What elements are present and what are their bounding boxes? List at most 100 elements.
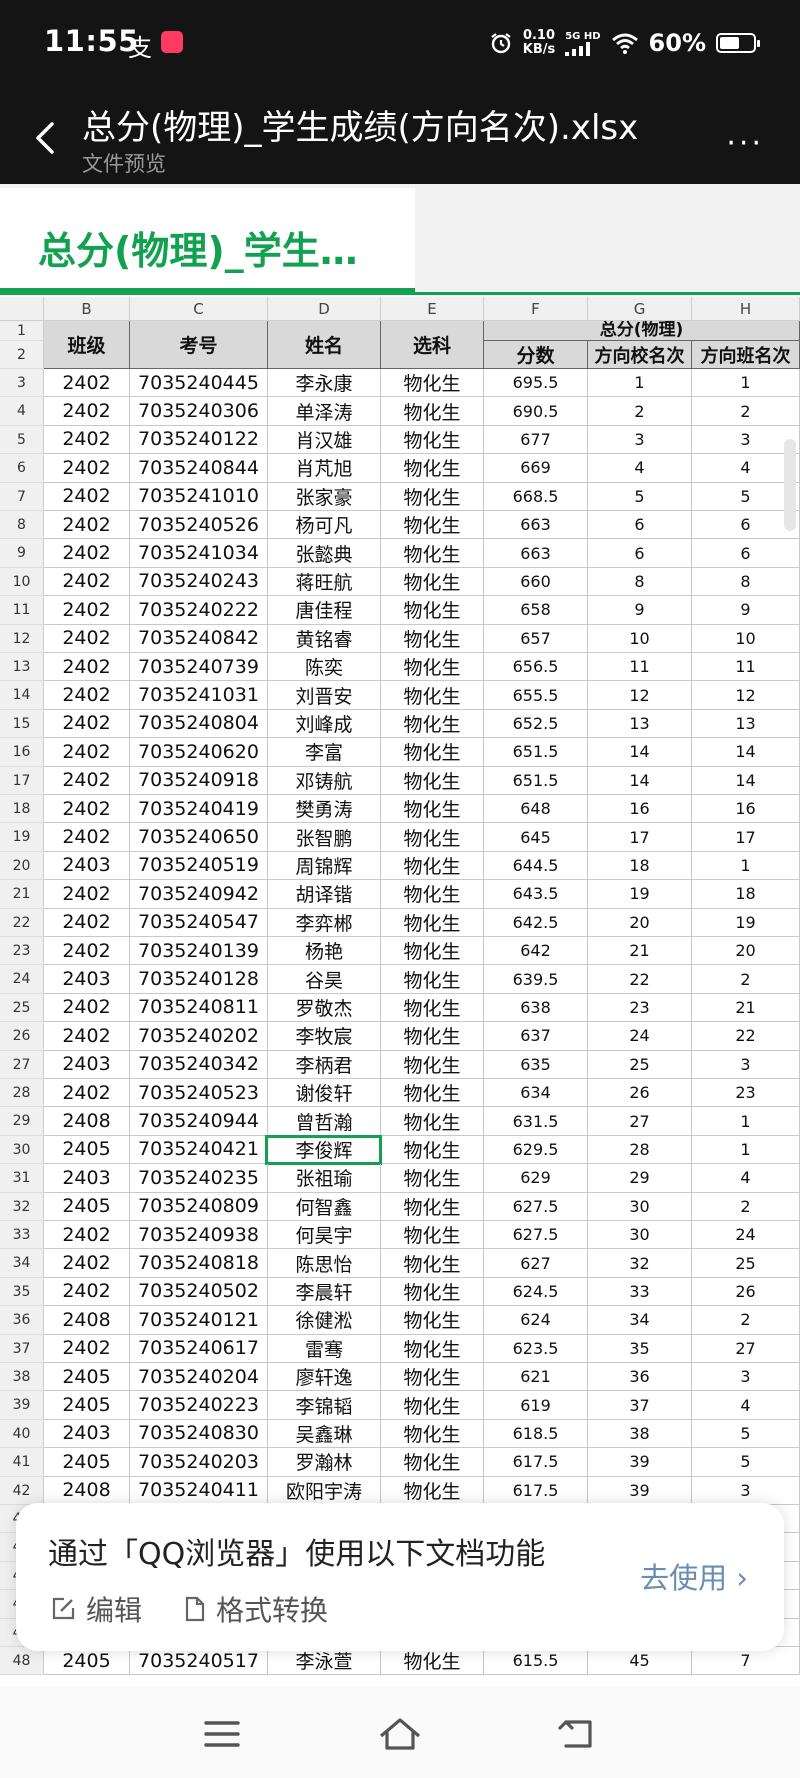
cell-b[interactable]: 2402 [44,766,130,795]
cell-d[interactable]: 肖汉雄 [268,425,381,455]
cell-e[interactable]: 物化生 [381,1135,484,1165]
cell-e[interactable]: 物化生 [381,823,484,852]
cell-e[interactable]: 物化生 [381,1363,484,1392]
row-header[interactable]: 26 [0,1022,44,1051]
cell-f[interactable]: 656.5 [484,653,588,682]
cell-f[interactable]: 644.5 [484,851,588,881]
cell-h[interactable]: 24 [692,1221,800,1250]
cell-f[interactable]: 627 [484,1249,588,1278]
cell-d[interactable]: 张祖瑜 [268,1164,381,1193]
cell-d[interactable]: 张智鹏 [268,823,381,852]
cell-f[interactable]: 631.5 [484,1107,588,1136]
cell-b[interactable]: 2402 [44,1022,130,1051]
cell-e[interactable]: 物化生 [381,965,484,994]
cell-d[interactable]: 肖芃旭 [268,454,381,483]
cell-h[interactable]: 26 [692,1277,800,1307]
cell-b[interactable]: 2405 [44,1448,130,1477]
row-header[interactable]: 39 [0,1391,44,1420]
row-header[interactable]: 23 [0,937,44,966]
cell-e[interactable]: 物化生 [381,425,484,455]
cell-d[interactable]: 谢俊轩 [268,1079,381,1108]
cell-f[interactable]: 617.5 [484,1476,588,1505]
cell-e[interactable]: 物化生 [381,1277,484,1307]
cell-f[interactable]: 668.5 [484,482,588,511]
cell-e[interactable]: 物化生 [381,1050,484,1079]
cell-b[interactable]: 2405 [44,1135,130,1165]
row-header[interactable]: 4 [0,397,44,426]
cell-b[interactable]: 2402 [44,681,130,710]
cell-d[interactable]: 吴鑫琳 [268,1419,381,1449]
cell-h[interactable]: 1 [692,1107,800,1136]
cell-d[interactable]: 张家豪 [268,482,381,511]
cell-c[interactable]: 7035240523 [130,1079,268,1108]
cell-b[interactable]: 2403 [44,851,130,881]
row-header[interactable]: 3 [0,369,44,398]
cell-f[interactable]: 618.5 [484,1419,588,1449]
cell-g[interactable]: 34 [588,1306,692,1335]
cell-c[interactable]: 7035241010 [130,482,268,511]
cell-f[interactable]: 651.5 [484,738,588,767]
cell-e[interactable]: 物化生 [381,454,484,483]
cell-f[interactable]: 624.5 [484,1277,588,1307]
cell-h[interactable]: 4 [692,1164,800,1193]
cell-c[interactable]: 7035240223 [130,1391,268,1420]
cell-b[interactable]: 2402 [44,937,130,966]
cell-d[interactable]: 李晨轩 [268,1277,381,1307]
cell-g[interactable]: 27 [588,1107,692,1136]
cell-g[interactable]: 30 [588,1192,692,1221]
cell-e[interactable]: 物化生 [381,1306,484,1335]
cell-h[interactable]: 7 [692,1647,800,1676]
cell-h[interactable]: 6 [692,539,800,568]
cell-e[interactable]: 物化生 [381,1107,484,1136]
cell-b[interactable]: 2403 [44,965,130,994]
cell-e[interactable]: 物化生 [381,653,484,682]
row-header[interactable]: 12 [0,624,44,653]
cell-d[interactable]: 李锦韬 [268,1391,381,1420]
header-school-rank[interactable]: 方向校名次 [588,341,692,369]
spreadsheet-grid[interactable]: B C D E F G H 1 2 班级 考号 姓名 选科 总分(物理) 分数 … [0,297,800,1683]
cell-b[interactable]: 2402 [44,709,130,739]
cell-g[interactable]: 35 [588,1334,692,1363]
cell-c[interactable]: 7035240547 [130,908,268,937]
cell-g[interactable]: 12 [588,681,692,710]
cell-h[interactable]: 2 [692,397,800,426]
cell-h[interactable]: 10 [692,624,800,653]
cell-g[interactable]: 17 [588,823,692,852]
cell-g[interactable]: 37 [588,1391,692,1420]
row-header[interactable]: 40 [0,1419,44,1449]
cell-g[interactable]: 28 [588,1135,692,1165]
cell-h[interactable]: 5 [692,1448,800,1477]
cell-g[interactable]: 20 [588,908,692,937]
cell-b[interactable]: 2405 [44,1192,130,1221]
cell-g[interactable]: 14 [588,738,692,767]
cell-c[interactable]: 7035240739 [130,653,268,682]
cell-h[interactable]: 22 [692,1022,800,1051]
cell-b[interactable]: 2402 [44,823,130,852]
cell-b[interactable]: 2402 [44,454,130,483]
cell-c[interactable]: 7035240139 [130,937,268,966]
cell-g[interactable]: 32 [588,1249,692,1278]
cell-f[interactable]: 619 [484,1391,588,1420]
cell-h[interactable]: 1 [692,1135,800,1165]
cell-b[interactable]: 2402 [44,567,130,597]
row-header[interactable]: 20 [0,851,44,881]
header-subjects[interactable]: 选科 [381,321,484,369]
cell-d[interactable]: 李永康 [268,369,381,398]
cell-c[interactable]: 7035240844 [130,454,268,483]
cell-f[interactable]: 629.5 [484,1135,588,1165]
cell-b[interactable]: 2402 [44,795,130,824]
cell-d[interactable]: 雷骞 [268,1334,381,1363]
cell-c[interactable]: 7035240306 [130,397,268,426]
cell-h[interactable]: 14 [692,766,800,795]
cell-d[interactable]: 邓铸航 [268,766,381,795]
cell-f[interactable]: 638 [484,993,588,1023]
cell-e[interactable]: 物化生 [381,908,484,937]
cell-h[interactable]: 14 [692,738,800,767]
cell-f[interactable]: 642 [484,937,588,966]
cell-e[interactable]: 物化生 [381,624,484,653]
cell-e[interactable]: 物化生 [381,596,484,625]
qq-browser-banner[interactable]: 通过「QQ浏览器」使用以下文档功能 编辑 格式转换 去使用 › [16,1503,784,1651]
cell-f[interactable]: 663 [484,511,588,540]
cell-d[interactable]: 何智鑫 [268,1192,381,1221]
vertical-scrollbar[interactable] [784,439,796,531]
